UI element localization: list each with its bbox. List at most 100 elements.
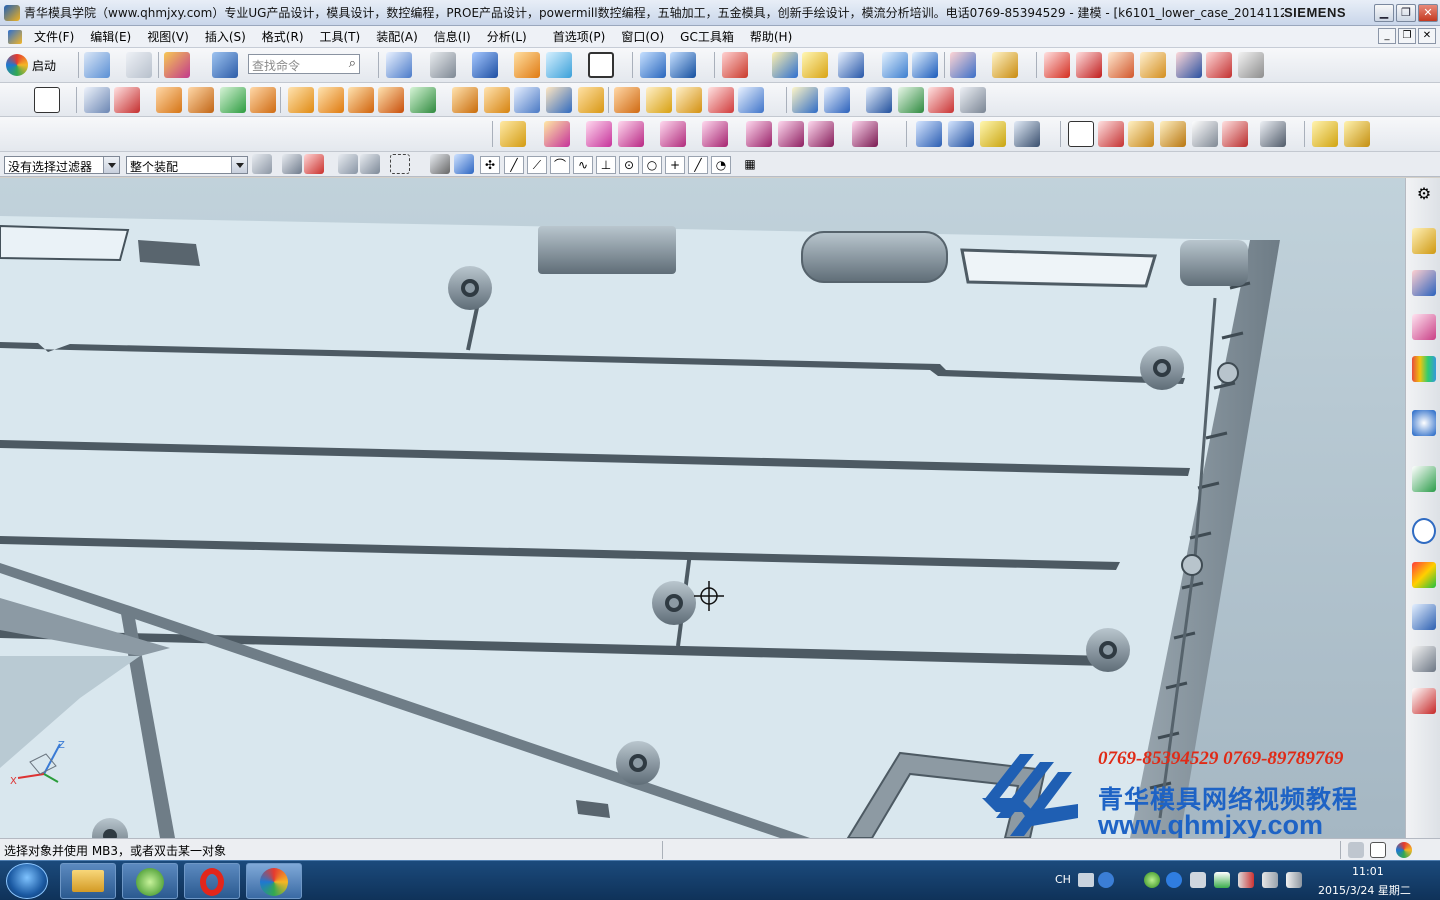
redo-icon[interactable] [126, 52, 152, 78]
cooling-icon[interactable] [980, 121, 1006, 147]
mold-base-icon[interactable] [702, 121, 728, 147]
select-solid-icon[interactable] [454, 154, 474, 174]
wireframe-icon[interactable] [588, 52, 614, 78]
subtract-icon[interactable] [410, 87, 436, 113]
parting-tools-icon[interactable] [660, 121, 686, 147]
clock-date[interactable]: 2015/3/24 星期二 [1318, 882, 1411, 898]
costing-icon[interactable] [1344, 121, 1370, 147]
graphics-window[interactable]: Z X [0, 178, 1405, 838]
drawing-icon[interactable] [1128, 121, 1154, 147]
snap-perpendicular-icon[interactable]: ⊥ [596, 156, 616, 174]
web-browser-icon[interactable] [1412, 410, 1436, 436]
info-tray-icon[interactable] [1166, 872, 1182, 888]
snap-arc-center-icon[interactable]: ⊙ [619, 156, 639, 174]
close-button[interactable]: ✕ [1418, 3, 1438, 22]
check-geometry-icon[interactable] [912, 52, 938, 78]
menu-help[interactable]: 帮助(H) [742, 28, 800, 45]
thicken-icon[interactable] [646, 87, 672, 113]
shaded-view-icon[interactable] [472, 52, 498, 78]
layer-icon[interactable] [1238, 52, 1264, 78]
spline-icon[interactable] [1176, 52, 1202, 78]
unite-icon[interactable] [378, 87, 404, 113]
snap-control-point-icon[interactable]: ⌒ [550, 156, 570, 174]
pull-face-icon[interactable] [928, 87, 954, 113]
dimension-icon[interactable] [992, 52, 1018, 78]
menu-format[interactable]: 格式(R) [254, 28, 312, 45]
make-coplanar-icon[interactable] [960, 87, 986, 113]
opera-task-button[interactable] [184, 863, 240, 899]
curve-icon[interactable] [1044, 52, 1070, 78]
draft-icon[interactable] [546, 87, 572, 113]
windows-start-icon[interactable] [6, 863, 48, 899]
rotate-view-icon[interactable] [430, 52, 456, 78]
volume-muted-icon[interactable] [1238, 872, 1254, 888]
select-feature-icon[interactable] [282, 154, 302, 174]
menu-tools[interactable]: 工具(T) [312, 28, 369, 45]
rib-icon[interactable] [318, 87, 344, 113]
electrode-icon[interactable] [1014, 121, 1040, 147]
doc-restore-button[interactable]: ❐ [1398, 28, 1416, 44]
history-icon[interactable] [1412, 466, 1436, 492]
menu-information[interactable]: 信息(I) [426, 28, 479, 45]
menu-window[interactable]: 窗口(O) [613, 28, 672, 45]
shell-icon[interactable] [452, 87, 478, 113]
extrude-curve-icon[interactable] [1108, 52, 1134, 78]
snap-tangent-icon[interactable]: ◔ [711, 156, 731, 174]
point-set-icon[interactable] [882, 52, 908, 78]
orient-view-icon[interactable] [546, 52, 572, 78]
network-icon[interactable] [1286, 872, 1302, 888]
snap-intersection-icon[interactable]: ∿ [573, 156, 593, 174]
triangle-icon[interactable] [1068, 121, 1094, 147]
status-filter-icon[interactable] [1348, 842, 1364, 858]
grid-icon[interactable]: ▦ [740, 156, 760, 174]
status-nx-icon[interactable] [1396, 842, 1412, 858]
clock-time[interactable]: 11:01 [1352, 865, 1384, 878]
menu-edit[interactable]: 编辑(E) [82, 28, 139, 45]
tray-app-icon[interactable] [1144, 872, 1160, 888]
doc-close-button[interactable]: ✕ [1418, 28, 1436, 44]
menu-assemblies[interactable]: 装配(A) [368, 28, 426, 45]
command-search-input[interactable]: 查找命令 ⌕ [248, 54, 360, 74]
scale-body-icon[interactable] [676, 87, 702, 113]
status-fullscreen-icon[interactable] [1370, 842, 1386, 858]
snap-point-on-surface-icon[interactable]: ╱ [688, 156, 708, 174]
type-filter-select[interactable]: 没有选择过滤器 [4, 156, 120, 174]
input-language[interactable]: CH [1055, 873, 1071, 886]
selection-scope-select[interactable]: 整个装配 [126, 156, 248, 174]
slider-lifter-icon[interactable] [808, 121, 834, 147]
snap-quadrant-icon[interactable]: ○ [642, 156, 662, 174]
menu-app-icon[interactable] [8, 29, 22, 44]
section-view-icon[interactable] [514, 52, 540, 78]
hole-icon[interactable] [250, 87, 276, 113]
snap-point-icon[interactable] [772, 52, 798, 78]
select-face-icon[interactable] [304, 154, 324, 174]
media-task-button[interactable] [122, 863, 178, 899]
ejector-pin-icon[interactable] [778, 121, 804, 147]
pattern-icon[interactable] [348, 87, 374, 113]
doc-minimize-button[interactable]: _ [1378, 28, 1396, 44]
system-materials-icon[interactable] [1412, 562, 1436, 588]
project-curve-icon[interactable] [1206, 52, 1232, 78]
snap-point-on-curve-icon[interactable]: + [665, 156, 685, 174]
snap-endpoint-icon[interactable]: ╱ [504, 156, 524, 174]
sketch-icon[interactable] [1076, 52, 1102, 78]
snap-midpoint-icon[interactable]: ⟋ [527, 156, 547, 174]
sub-insert-icon[interactable] [852, 121, 878, 147]
delete-face-icon[interactable] [866, 87, 892, 113]
tolerance-icon[interactable] [1260, 121, 1286, 147]
action-center-icon[interactable] [1190, 872, 1206, 888]
synchronous-move-icon[interactable] [792, 87, 818, 113]
chevron-down-icon[interactable] [231, 157, 247, 173]
menu-gc-toolkit[interactable]: GC工具箱 [672, 28, 742, 45]
hatch-icon[interactable] [950, 52, 976, 78]
boss-icon[interactable] [288, 87, 314, 113]
move-component-icon[interactable] [640, 52, 666, 78]
roles-icon[interactable] [1412, 688, 1436, 714]
select-edge-icon[interactable] [338, 154, 358, 174]
gear-icon[interactable]: ⚙ [1412, 184, 1436, 210]
filter-reset-icon[interactable] [252, 154, 272, 174]
nx-task-button[interactable] [246, 863, 302, 899]
select-component-icon[interactable] [430, 154, 450, 174]
menu-view[interactable]: 视图(V) [139, 28, 197, 45]
minimize-button[interactable]: ▁ [1374, 3, 1394, 22]
